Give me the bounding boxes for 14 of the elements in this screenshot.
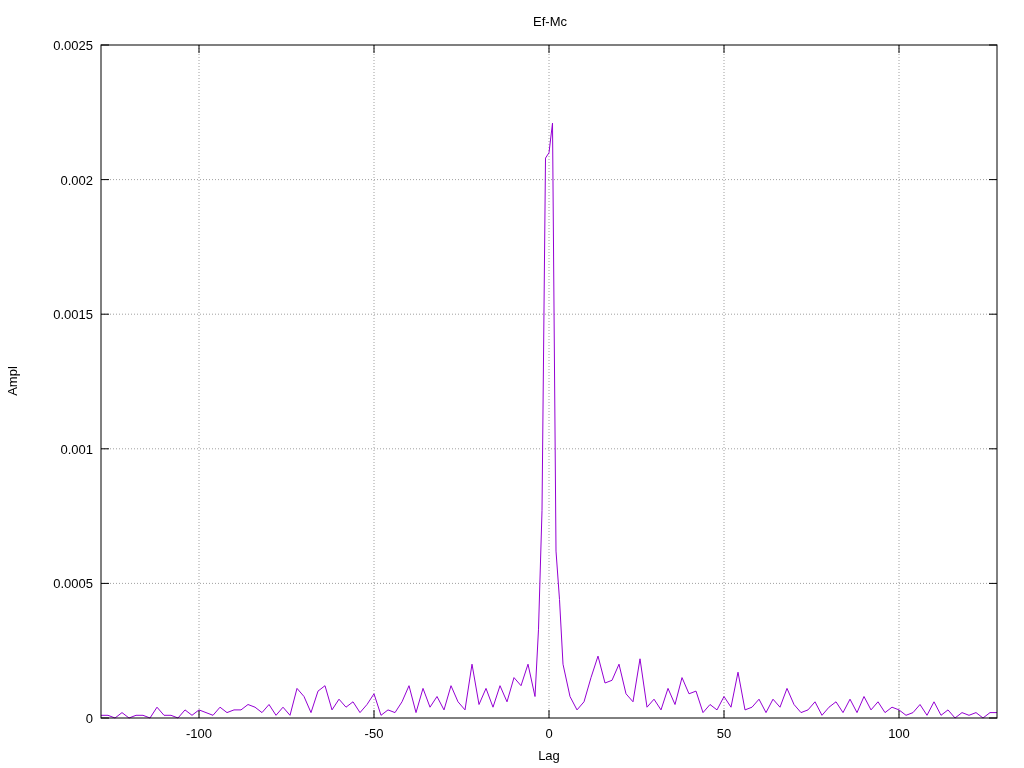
- x-axis-label: Lag: [538, 748, 560, 763]
- x-tick-label: 100: [888, 726, 910, 741]
- y-tick-label: 0.001: [60, 441, 93, 457]
- y-axis-label: Ampl: [5, 366, 20, 396]
- y-tick-label: 0.0005: [53, 576, 93, 592]
- y-tick-label: 0: [85, 711, 93, 726]
- y-tick-label: 0.0015: [53, 307, 93, 323]
- y-tick-label: 0.002: [60, 172, 93, 188]
- x-tick-label: -100: [186, 726, 212, 741]
- chart-title: Ef-Mc: [533, 14, 567, 29]
- x-tick-label: 50: [716, 726, 732, 741]
- x-tick-label: 0: [545, 726, 553, 741]
- x-tick-label: -50: [364, 726, 384, 741]
- y-tick-label: 0.0025: [53, 38, 93, 53]
